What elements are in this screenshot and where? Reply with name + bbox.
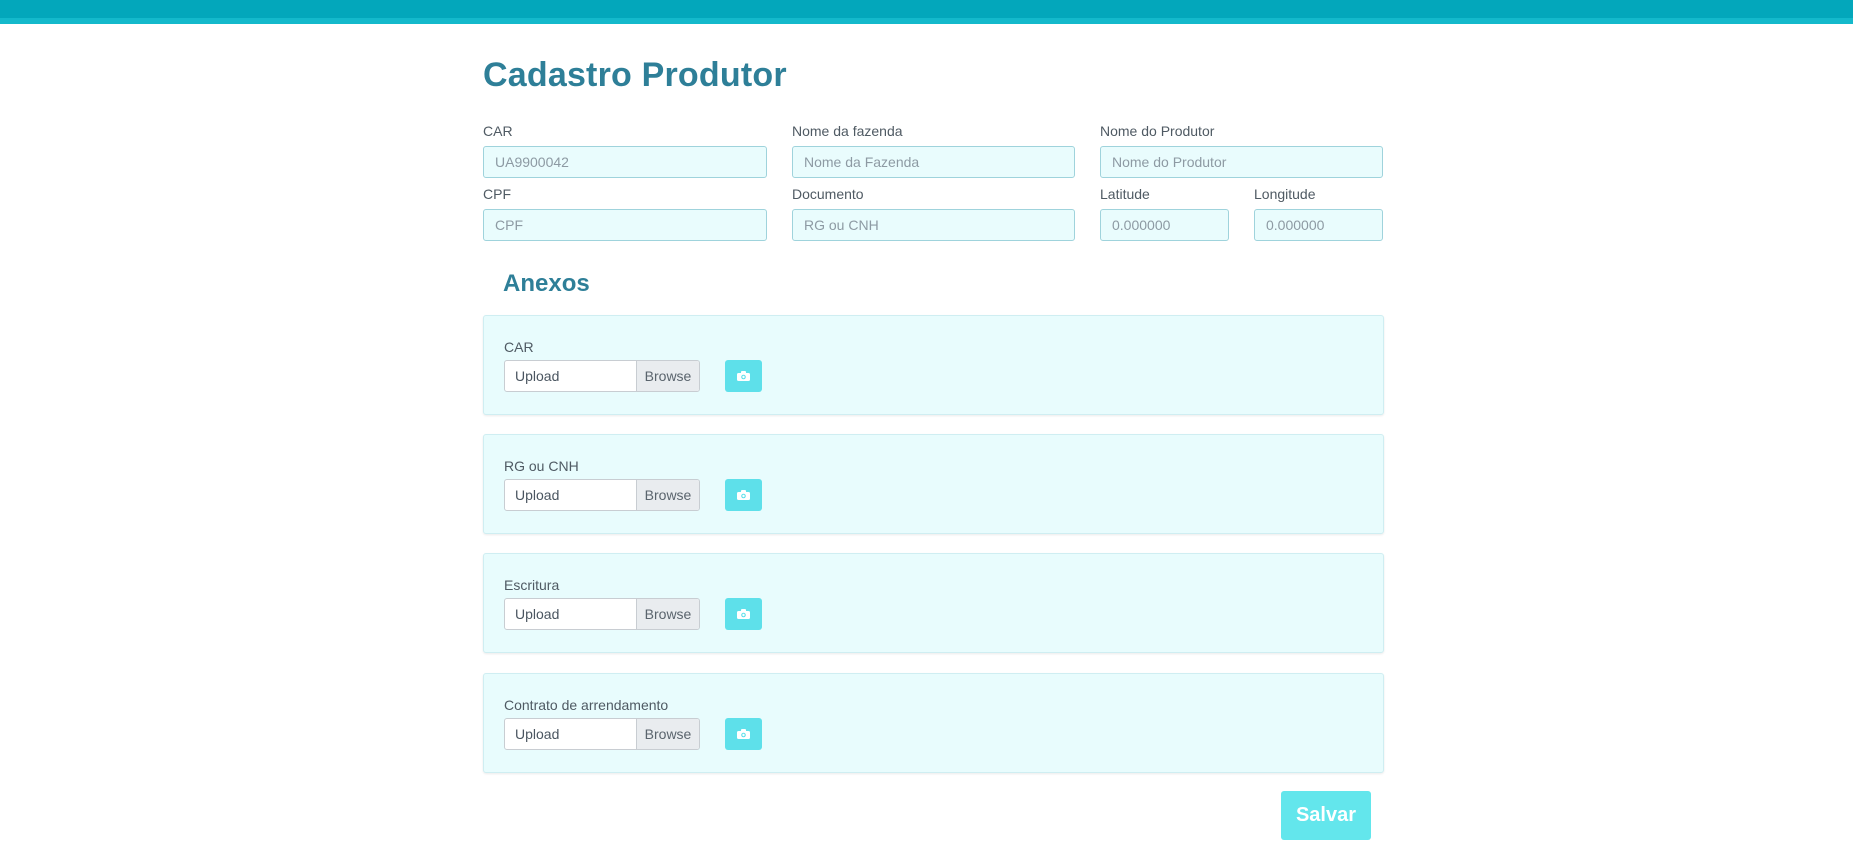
latitude-input[interactable] xyxy=(1100,209,1229,241)
attachment-card-contrato: Contrato de arrendamento Upload Browse xyxy=(483,673,1384,773)
attachment-card-escritura: Escritura Upload Browse xyxy=(483,553,1384,653)
latitude-label: Latitude xyxy=(1100,186,1150,202)
cpf-input[interactable] xyxy=(483,209,767,241)
car-input[interactable] xyxy=(483,146,767,178)
documento-label: Documento xyxy=(792,186,864,202)
file-upload-contrato[interactable]: Upload Browse xyxy=(504,718,700,750)
longitude-input[interactable] xyxy=(1254,209,1383,241)
upload-text: Upload xyxy=(515,606,560,622)
produtor-label: Nome do Produtor xyxy=(1100,123,1215,139)
camera-button[interactable] xyxy=(725,360,762,392)
upload-text: Upload xyxy=(515,368,560,384)
camera-button[interactable] xyxy=(725,598,762,630)
anexos-title: Anexos xyxy=(503,270,590,297)
camera-button[interactable] xyxy=(725,479,762,511)
save-button[interactable]: Salvar xyxy=(1281,791,1371,840)
longitude-label: Longitude xyxy=(1254,186,1316,202)
upload-text: Upload xyxy=(515,726,560,742)
produtor-input[interactable] xyxy=(1100,146,1383,178)
browse-button[interactable]: Browse xyxy=(636,599,699,629)
cpf-label: CPF xyxy=(483,186,511,202)
page-title: Cadastro Produtor xyxy=(483,56,787,94)
camera-icon xyxy=(737,371,750,381)
attachment-label: Escritura xyxy=(504,577,560,593)
file-upload-escritura[interactable]: Upload Browse xyxy=(504,598,700,630)
car-label: CAR xyxy=(483,123,513,139)
top-bar-accent-line xyxy=(0,18,1853,24)
attachment-card-car: CAR Upload Browse xyxy=(483,315,1384,415)
fazenda-label: Nome da fazenda xyxy=(792,123,903,139)
camera-icon xyxy=(737,609,750,619)
documento-input[interactable] xyxy=(792,209,1075,241)
file-upload-rg-cnh[interactable]: Upload Browse xyxy=(504,479,700,511)
camera-button[interactable] xyxy=(725,718,762,750)
file-upload-car[interactable]: Upload Browse xyxy=(504,360,700,392)
browse-button[interactable]: Browse xyxy=(636,361,699,391)
camera-icon xyxy=(737,490,750,500)
attachment-card-rg-cnh: RG ou CNH Upload Browse xyxy=(483,434,1384,534)
upload-text: Upload xyxy=(515,487,560,503)
browse-button[interactable]: Browse xyxy=(636,719,699,749)
camera-icon xyxy=(737,729,750,739)
attachment-label: CAR xyxy=(504,339,534,355)
browse-button[interactable]: Browse xyxy=(636,480,699,510)
attachment-label: RG ou CNH xyxy=(504,458,579,474)
fazenda-input[interactable] xyxy=(792,146,1075,178)
attachment-label: Contrato de arrendamento xyxy=(504,697,669,713)
